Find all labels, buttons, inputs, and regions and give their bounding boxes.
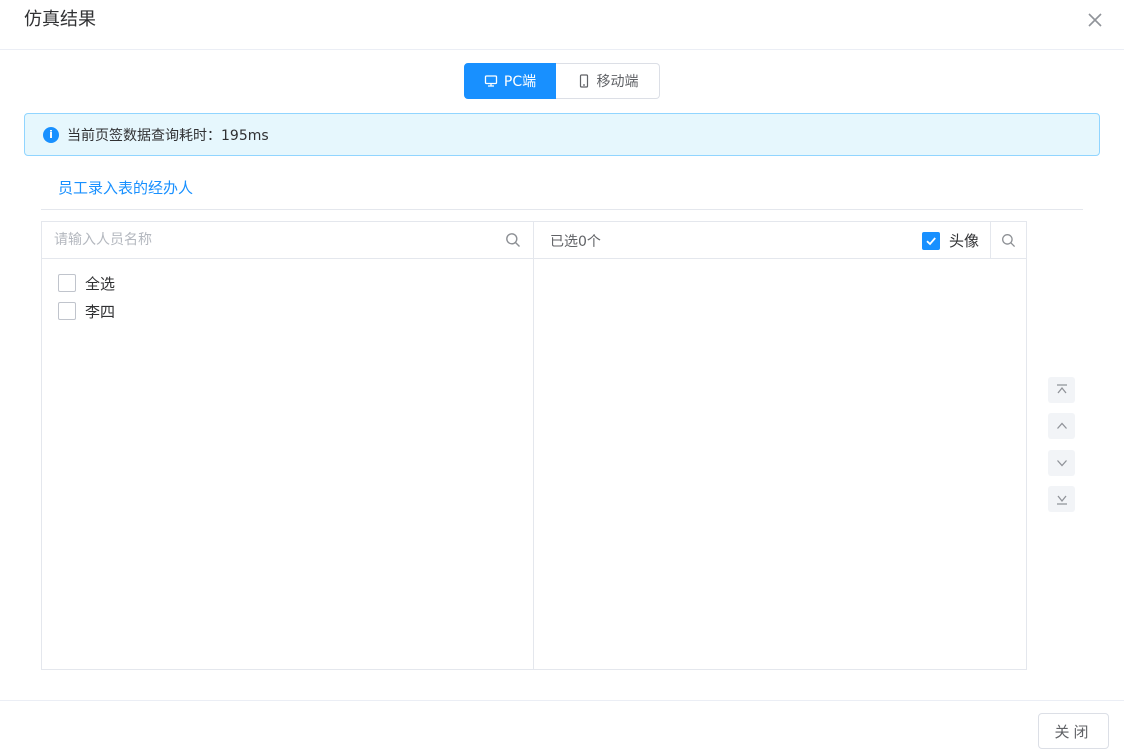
tab-pc-label: PC端 (503, 74, 537, 90)
move-bottom-button[interactable] (1048, 486, 1075, 512)
search-icon (1002, 233, 1016, 247)
move-up-icon (1056, 422, 1067, 429)
move-down-icon (1056, 460, 1067, 467)
move-down-button[interactable] (1048, 450, 1075, 476)
tab-divider (41, 209, 1083, 210)
candidate-panel: 全选 李四 (41, 221, 534, 670)
select-all-item[interactable]: 全选 (42, 269, 533, 297)
check-icon (926, 236, 936, 245)
tab-mobile[interactable]: 移动端 (556, 63, 660, 99)
mobile-icon (579, 74, 588, 88)
device-switch: PC端 移动端 (464, 63, 660, 99)
close-icon[interactable] (1084, 9, 1106, 31)
dialog-title: 仿真结果 (24, 9, 96, 30)
selected-panel-header: 已选0个 头像 (534, 222, 1026, 259)
select-all-checkbox[interactable] (58, 274, 76, 292)
tab-pc[interactable]: PC端 (464, 63, 556, 99)
avatar-checkbox[interactable] (922, 231, 940, 250)
footer-divider (0, 700, 1124, 701)
select-all-label: 全选 (85, 274, 116, 293)
close-button[interactable]: 关闭 (1038, 713, 1109, 749)
move-top-button[interactable] (1048, 377, 1075, 403)
candidate-panel-header (42, 222, 533, 259)
tab-mobile-label: 移动端 (596, 74, 639, 90)
selected-search-button[interactable] (990, 222, 1026, 258)
avatar-toggle[interactable]: 头像 (922, 230, 979, 251)
alert-text: 当前页签数据查询耗时：195ms (67, 127, 269, 144)
tab-handler[interactable]: 员工录入表的经办人 (58, 177, 193, 199)
person-name: 李四 (85, 302, 116, 321)
move-up-button[interactable] (1048, 413, 1075, 439)
monitor-icon (484, 75, 498, 87)
selected-panel: 已选0个 头像 (533, 221, 1027, 670)
avatar-label: 头像 (949, 232, 980, 250)
search-icon[interactable] (505, 232, 521, 252)
move-top-icon (1056, 384, 1067, 394)
list-item[interactable]: 李四 (42, 297, 533, 325)
info-icon: i (43, 126, 59, 143)
candidate-list: 全选 李四 (42, 259, 533, 325)
person-checkbox[interactable] (58, 302, 76, 320)
info-alert: i 当前页签数据查询耗时：195ms (24, 113, 1100, 156)
dialog-header: 仿真结果 (0, 0, 1124, 50)
move-bottom-icon (1056, 495, 1067, 505)
selected-count: 已选0个 (550, 234, 601, 250)
person-search-input[interactable] (54, 223, 494, 257)
